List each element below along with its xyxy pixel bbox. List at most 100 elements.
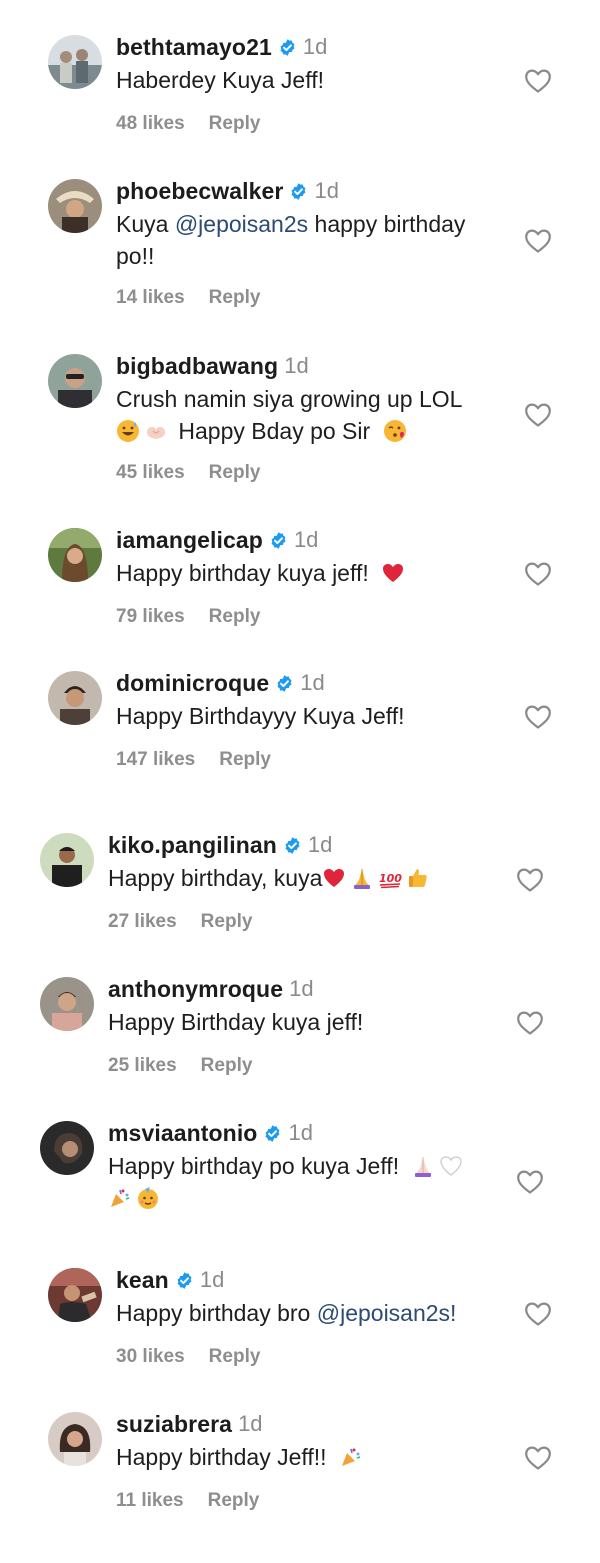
- comment-meta: 25 likes Reply: [108, 1055, 252, 1077]
- kissing-heart-emoji: [383, 419, 407, 443]
- avatar[interactable]: [48, 1268, 102, 1322]
- red-heart-emoji: [322, 866, 346, 890]
- reply-button[interactable]: Reply: [208, 1490, 260, 1512]
- avatar-photo: [40, 1121, 94, 1175]
- avatar[interactable]: [40, 977, 94, 1031]
- username[interactable]: dominicroque: [116, 670, 269, 697]
- comment-text: Happy birthday Jeff!!: [116, 1441, 501, 1473]
- comment-item: kean 1d Happy birthday bro @jepoisan2s! …: [0, 1264, 600, 1374]
- comment-header: bigbadbawang 1d: [116, 350, 309, 382]
- reply-button[interactable]: Reply: [219, 749, 271, 771]
- party-popper-emoji: [339, 1445, 363, 1469]
- avatar-photo: [48, 354, 102, 408]
- comment-item: phoebecwalker 1d Kuya @jepoisan2s happy …: [0, 175, 600, 315]
- likes-count[interactable]: 79 likes: [116, 606, 185, 628]
- avatar[interactable]: [48, 179, 102, 233]
- heart-outline-icon[interactable]: [524, 402, 552, 428]
- timestamp: 1d: [284, 353, 309, 378]
- comment-header: suziabrera 1d: [116, 1408, 263, 1440]
- comment-text-start: Happy birthday bro: [116, 1300, 317, 1326]
- mention-link[interactable]: @jepoisan2s!: [317, 1300, 457, 1326]
- avatar[interactable]: [48, 354, 102, 408]
- comment-text: Haberdey Kuya Jeff!: [116, 67, 324, 93]
- avatar[interactable]: [48, 671, 102, 725]
- username[interactable]: phoebecwalker: [116, 178, 283, 205]
- likes-count[interactable]: 48 likes: [116, 113, 185, 135]
- heart-outline-icon[interactable]: [516, 1010, 544, 1036]
- comment-item: bethtamayo21 1d Haberdey Kuya Jeff! 48 l…: [0, 31, 600, 141]
- reply-button[interactable]: Reply: [201, 1055, 253, 1077]
- white-heart-emoji: [439, 1154, 463, 1178]
- comment-header: dominicroque 1d: [116, 667, 325, 699]
- reply-button[interactable]: Reply: [209, 462, 261, 484]
- verified-badge-icon: [275, 674, 294, 693]
- verified-badge-icon: [283, 836, 302, 855]
- heart-outline-icon[interactable]: [524, 1301, 552, 1327]
- comment-text: Happy birthday po kuya Jeff!: [108, 1150, 493, 1214]
- username[interactable]: suziabrera: [116, 1411, 232, 1438]
- comment-text-main: Happy birthday Jeff!!: [116, 1444, 327, 1470]
- heart-outline-icon[interactable]: [524, 68, 552, 94]
- comment-text-main: Happy birthday kuya jeff!: [116, 560, 369, 586]
- comment-text-main: Happy birthday po kuya Jeff!: [108, 1153, 400, 1179]
- avatar[interactable]: [40, 833, 94, 887]
- comment-meta: 48 likes Reply: [116, 113, 260, 135]
- comment-text-start: Kuya: [116, 211, 175, 237]
- heart-outline-icon[interactable]: [524, 561, 552, 587]
- avatar-photo: [48, 1268, 102, 1322]
- username[interactable]: bethtamayo21: [116, 34, 272, 61]
- reply-button[interactable]: Reply: [209, 606, 261, 628]
- verified-badge-icon: [289, 182, 308, 201]
- heart-outline-icon[interactable]: [516, 1169, 544, 1195]
- comment-text-main: Happy birthday, kuya: [108, 865, 323, 891]
- timestamp: 1d: [199, 1267, 225, 1292]
- comment-text: Happy Birthday kuya jeff!: [108, 1009, 364, 1035]
- likes-count[interactable]: 14 likes: [116, 287, 185, 309]
- comment-header: iamangelicap 1d: [116, 524, 318, 556]
- username[interactable]: kiko.pangilinan: [108, 832, 277, 859]
- avatar[interactable]: [48, 35, 102, 89]
- heart-outline-icon[interactable]: [524, 228, 552, 254]
- avatar-photo: [48, 528, 102, 582]
- likes-count[interactable]: 25 likes: [108, 1055, 177, 1077]
- username[interactable]: iamangelicap: [116, 527, 263, 554]
- comment-meta: 30 likes Reply: [116, 1346, 260, 1368]
- avatar-photo: [48, 671, 102, 725]
- heart-outline-icon[interactable]: [516, 867, 544, 893]
- verified-badge-icon: [269, 531, 288, 550]
- likes-count[interactable]: 27 likes: [108, 911, 177, 933]
- comment-header: kean 1d: [116, 1264, 224, 1296]
- comment-meta: 79 likes Reply: [116, 606, 260, 628]
- reply-button[interactable]: Reply: [209, 1346, 261, 1368]
- comment-item: iamangelicap 1d Happy birthday kuya jeff…: [0, 524, 600, 634]
- likes-count[interactable]: 147 likes: [116, 749, 195, 771]
- username[interactable]: anthonymroque: [108, 976, 283, 1003]
- likes-count[interactable]: 30 likes: [116, 1346, 185, 1368]
- mention-link[interactable]: @jepoisan2s: [175, 211, 308, 237]
- heart-outline-icon[interactable]: [524, 704, 552, 730]
- comment-header: anthonymroque 1d: [108, 973, 314, 1005]
- likes-count[interactable]: 11 likes: [116, 1490, 184, 1512]
- avatar[interactable]: [48, 528, 102, 582]
- comment-text: Kuya @jepoisan2s happy birthday po!!: [116, 208, 501, 272]
- username[interactable]: msviaantonio: [108, 1120, 257, 1147]
- heart-outline-icon[interactable]: [524, 1445, 552, 1471]
- avatar-photo: [48, 1412, 102, 1466]
- username[interactable]: bigbadbawang: [116, 353, 278, 380]
- timestamp: 1d: [314, 178, 339, 203]
- comment-meta: 11 likes Reply: [116, 1490, 259, 1512]
- reply-button[interactable]: Reply: [209, 113, 261, 135]
- comment-item: dominicroque 1d Happy Birthdayyy Kuya Je…: [0, 667, 600, 777]
- reply-button[interactable]: Reply: [209, 287, 261, 309]
- likes-count[interactable]: 45 likes: [116, 462, 185, 484]
- thumbs-up-emoji: [406, 866, 430, 890]
- avatar-photo: [48, 35, 102, 89]
- comment-meta: 14 likes Reply: [116, 287, 260, 309]
- username[interactable]: kean: [116, 1267, 169, 1294]
- reply-button[interactable]: Reply: [201, 911, 253, 933]
- party-popper-emoji: [108, 1186, 132, 1210]
- avatar[interactable]: [48, 1412, 102, 1466]
- comment-header: phoebecwalker 1d: [116, 175, 339, 207]
- avatar[interactable]: [40, 1121, 94, 1175]
- comment-item: msviaantonio 1d Happy birthday po kuya J…: [0, 1117, 600, 1227]
